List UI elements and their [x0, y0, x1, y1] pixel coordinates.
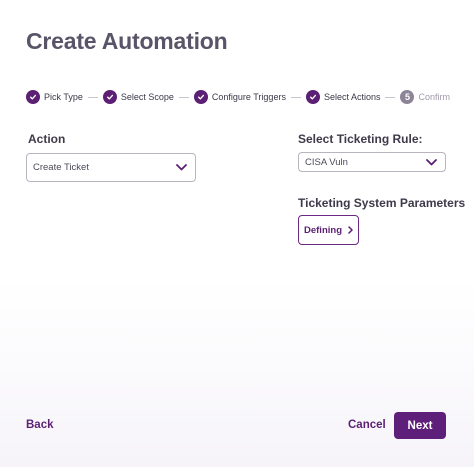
- step-label: Confirm: [418, 92, 450, 102]
- check-icon: [26, 90, 40, 104]
- action-select[interactable]: Create Ticket: [26, 153, 196, 182]
- step-label: Configure Triggers: [211, 92, 286, 102]
- back-button[interactable]: Back: [26, 419, 54, 431]
- step-label: Pick Type: [44, 92, 83, 102]
- step-pick-type[interactable]: Pick Type: [26, 90, 83, 104]
- page-title: Create Automation: [26, 28, 228, 54]
- step-connector: [290, 96, 301, 98]
- stepper: Pick Type Select Scope Configure Trigger…: [26, 89, 450, 105]
- chevron-right-icon: [348, 226, 353, 234]
- defining-button-label: Defining: [304, 224, 342, 236]
- check-icon: [193, 90, 208, 104]
- check-icon: [305, 90, 320, 104]
- step-configure-triggers[interactable]: Configure Triggers: [193, 90, 286, 104]
- chevron-down-icon: [426, 158, 437, 165]
- ticketing-params-label: Ticketing System Parameters: [298, 196, 466, 210]
- step-connector: [87, 96, 98, 98]
- action-select-value: Create Ticket: [33, 162, 89, 173]
- ticketing-rule-label: Select Ticketing Rule:: [298, 132, 423, 146]
- ticketing-rule-select-value: CISA Vuln: [305, 156, 348, 168]
- step-number-badge: 5: [400, 90, 415, 104]
- cancel-button[interactable]: Cancel: [348, 419, 386, 431]
- defining-button[interactable]: Defining: [298, 215, 359, 245]
- step-confirm[interactable]: 5 Confirm: [400, 90, 450, 104]
- step-connector: [385, 96, 396, 98]
- check-icon: [102, 90, 117, 104]
- step-select-scope[interactable]: Select Scope: [102, 90, 174, 104]
- step-label: Select Scope: [120, 92, 174, 102]
- ticketing-rule-select[interactable]: CISA Vuln: [298, 152, 446, 172]
- step-label: Select Actions: [323, 92, 381, 102]
- step-select-actions[interactable]: Select Actions: [305, 90, 381, 104]
- next-button[interactable]: Next: [394, 412, 446, 439]
- chevron-down-icon: [176, 164, 187, 171]
- action-label: Action: [28, 132, 66, 146]
- step-connector: [178, 96, 189, 98]
